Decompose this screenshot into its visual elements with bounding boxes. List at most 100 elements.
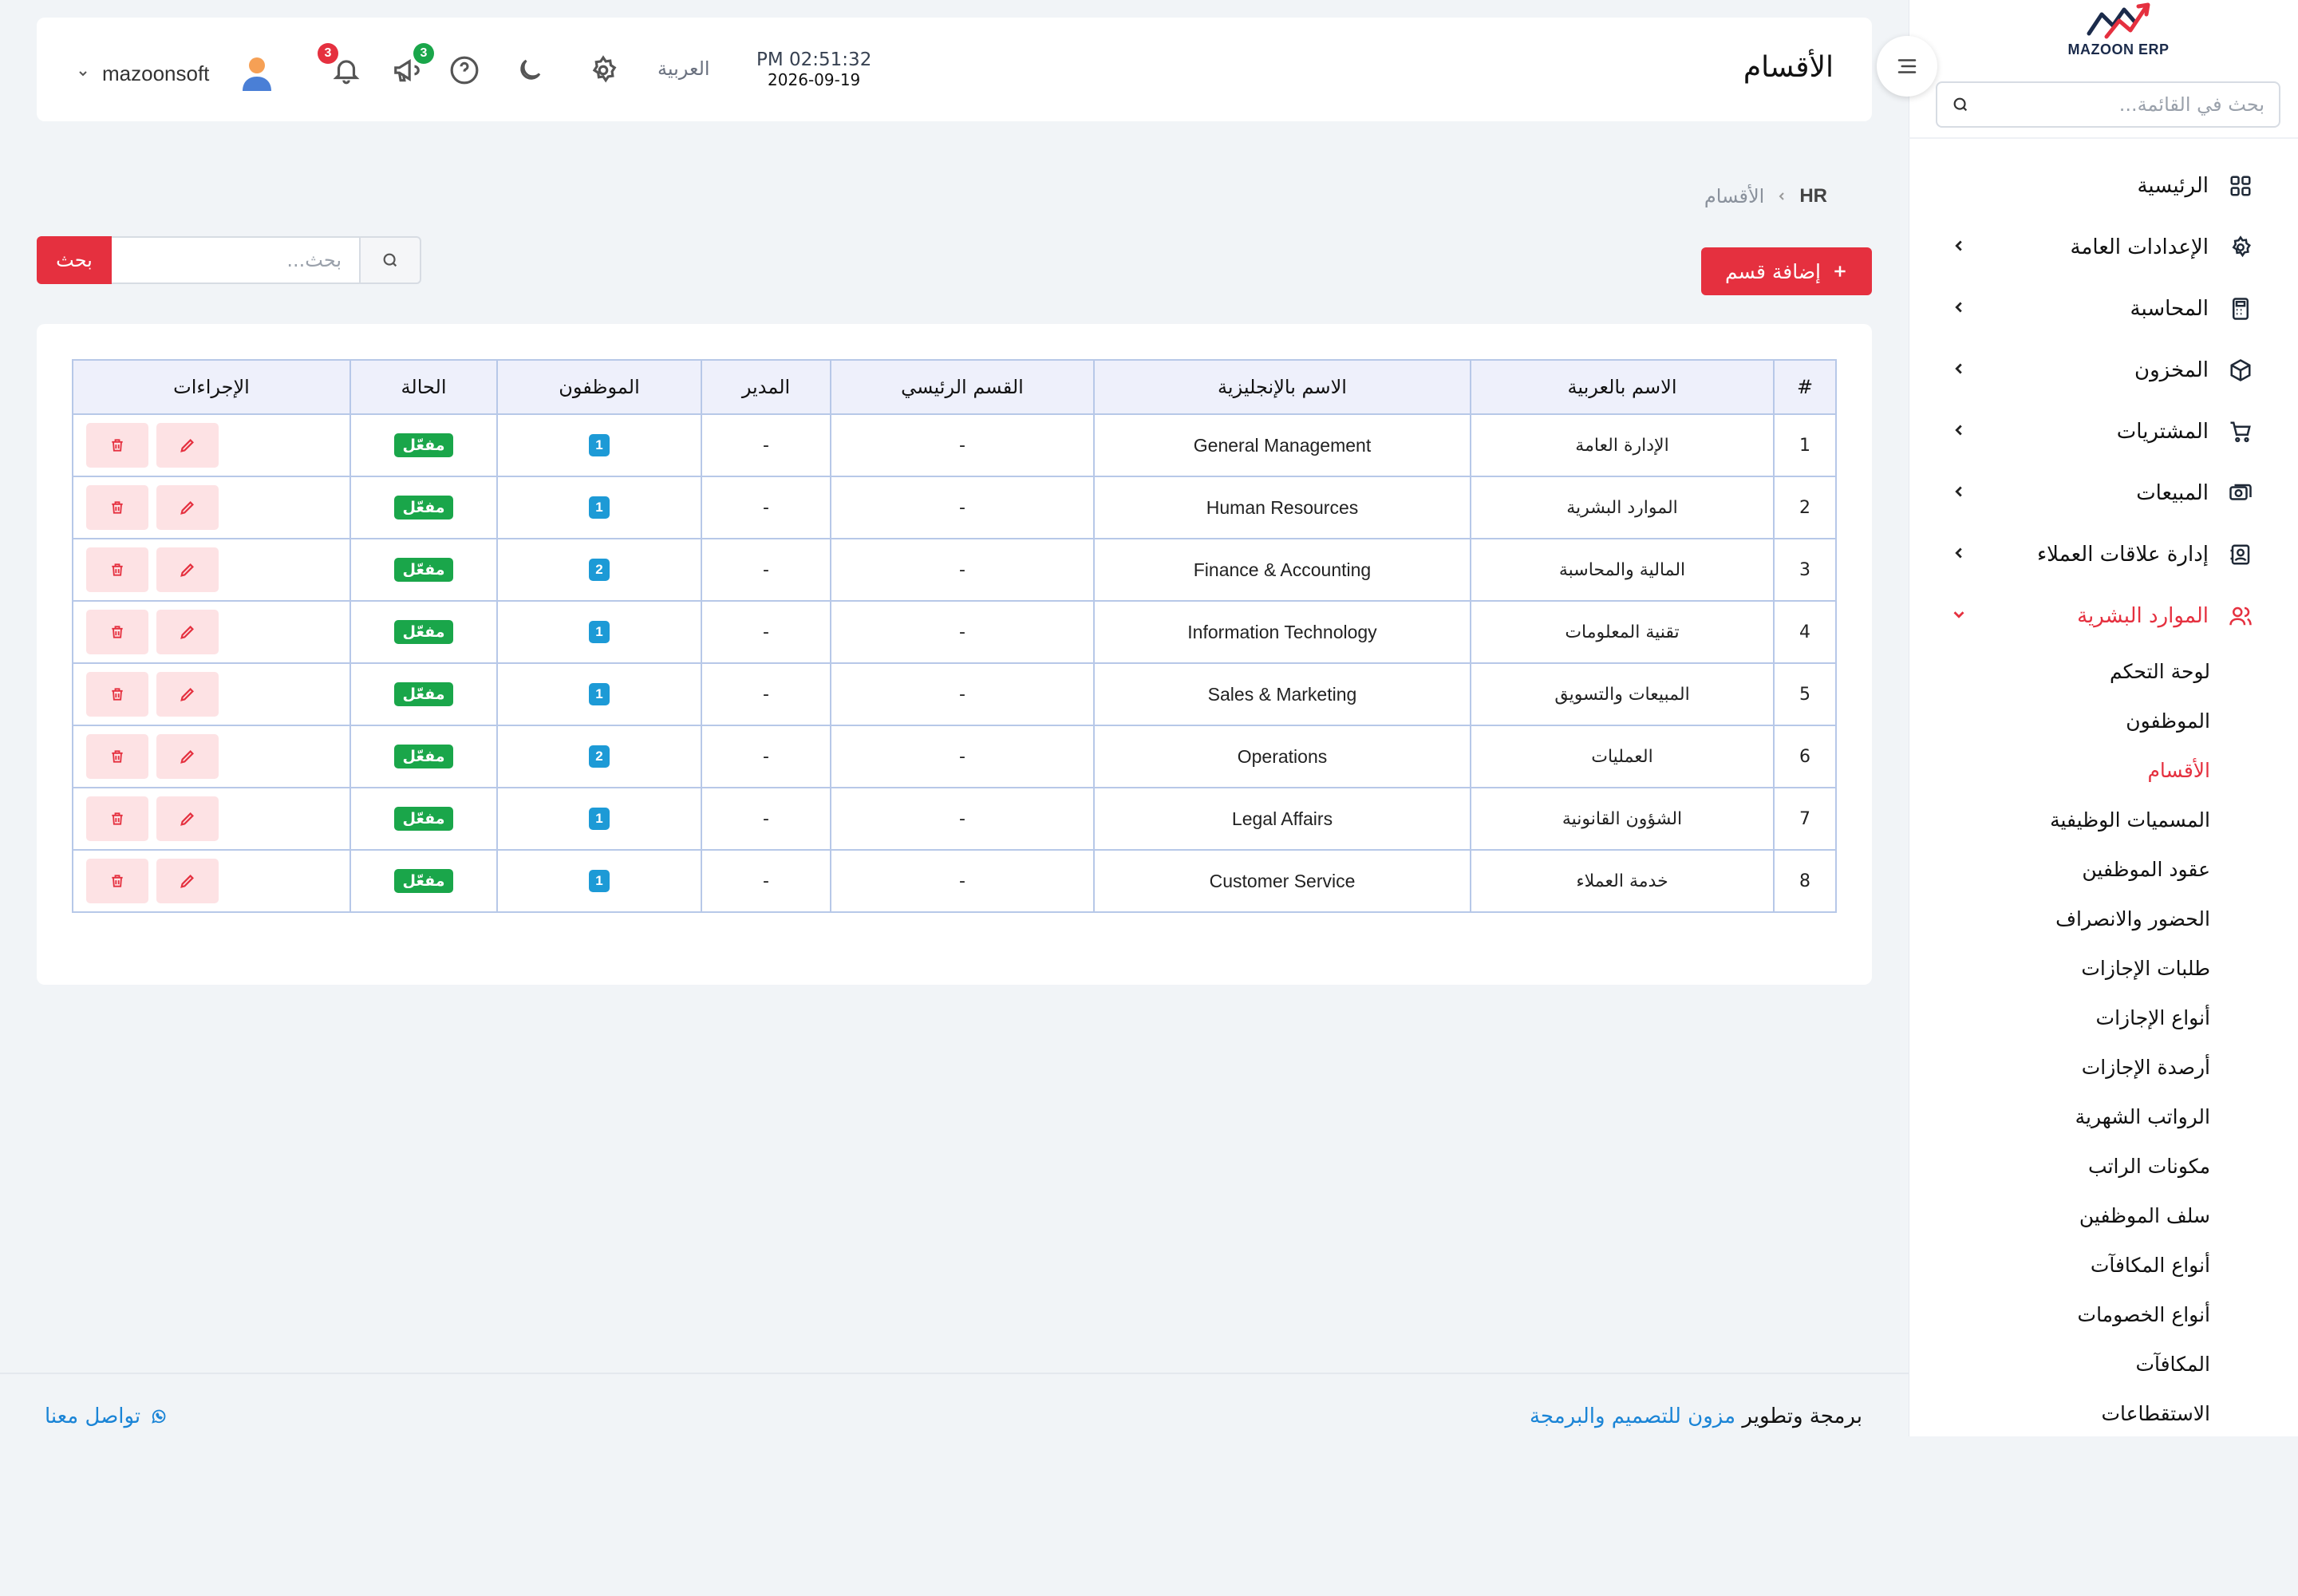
cell-manager: - [701,538,831,602]
pencil-icon [179,748,196,765]
cell-english-name: Legal Affairs [1093,787,1471,851]
cell-status: مفعّل [349,662,498,726]
cell-actions [72,476,351,539]
settings-button[interactable] [586,53,621,88]
submenu-item-deductions[interactable]: الاستقطاعات [1909,1389,2210,1438]
submenu-item-contracts[interactable]: عقود الموظفين [1909,844,2210,894]
status-badge: مفعّل [394,496,453,519]
sidebar-item-accounting[interactable]: المحاسبة [1909,278,2298,339]
search-icon[interactable] [359,236,421,284]
delete-button[interactable] [86,547,148,592]
dark-mode-button[interactable] [512,53,547,88]
delete-button[interactable] [86,859,148,903]
search-input[interactable] [112,236,359,284]
submenu-item-advances[interactable]: سلف الموظفين [1909,1191,2210,1240]
chevron-left-icon [1775,190,1788,203]
edit-button[interactable] [156,796,219,841]
cell-actions [72,600,351,664]
delete-button[interactable] [86,734,148,779]
cell-employees: 1 [496,849,702,913]
submenu-item-leave-requests[interactable]: طلبات الإجازات [1909,943,2210,993]
cell-actions [72,849,351,913]
trash-icon [109,624,125,640]
submenu-item-deduction-types[interactable]: أنواع الخصومات [1909,1290,2210,1339]
cell-status: مفعّل [349,600,498,664]
sidebar-item-label: المحاسبة [2130,296,2209,321]
chevron-left-icon [1950,360,1968,377]
pencil-icon [179,561,196,579]
sidebar-toggle-button[interactable] [1877,36,1937,97]
sidebar-item-sales[interactable]: المبيعات [1909,462,2298,523]
sidebar-item-home[interactable]: الرئيسية [1909,155,2298,216]
cell-arabic-name: الموارد البشرية [1470,476,1775,539]
edit-button[interactable] [156,423,219,468]
contacts-icon [2226,540,2255,569]
edit-button[interactable] [156,610,219,654]
edit-button[interactable] [156,734,219,779]
submenu-item-leave-types[interactable]: أنواع الإجازات [1909,993,2210,1042]
logo[interactable]: MAZOON ERP [2059,2,2178,65]
credit-link[interactable]: مزون للتصميم والبرمجة [1530,1404,1735,1428]
pencil-icon [179,623,196,641]
cell-parent-department: - [830,662,1095,726]
delete-button[interactable] [86,796,148,841]
cell-number: 7 [1773,787,1837,851]
menu-search-input[interactable] [1969,93,2264,116]
top-bar: الأقسام PM 02:51:32 2026-09-19 العربية 3… [37,18,1872,121]
delete-button[interactable] [86,423,148,468]
submenu-item-bonuses[interactable]: المكافآت [1909,1339,2210,1389]
trash-icon [109,562,125,578]
breadcrumb-home[interactable]: HR [1799,185,1827,207]
col-number: # [1773,359,1837,415]
submenu-item-job-titles[interactable]: المسميات الوظيفية [1909,795,2210,844]
col-employees: الموظفون [496,359,702,415]
employee-count-badge: 1 [589,434,610,456]
submenu-item-departments[interactable]: الأقسام [1909,745,2210,795]
sidebar-item-settings[interactable]: الإعدادات العامة [1909,216,2298,278]
clock: PM 02:51:32 2026-09-19 [756,49,871,89]
delete-button[interactable] [86,672,148,717]
table-row: 3 المالية والمحاسبة Finance & Accounting - -… [72,538,1837,602]
submenu-item-payroll[interactable]: الرواتب الشهرية [1909,1092,2210,1141]
menu-search[interactable] [1936,81,2280,128]
status-badge: مفعّل [394,682,453,706]
cell-status: مفعّل [349,849,498,913]
search-button[interactable]: بحث [37,236,112,284]
submenu-item-leave-balances[interactable]: أرصدة الإجازات [1909,1042,2210,1092]
username: mazoonsoft [102,61,210,85]
contact-link[interactable]: تواصل معنا [45,1404,168,1428]
edit-button[interactable] [156,672,219,717]
employee-count-badge: 1 [589,496,610,519]
help-button[interactable] [447,53,482,88]
notifications-button[interactable]: 3 [318,43,364,88]
edit-button[interactable] [156,859,219,903]
edit-button[interactable] [156,547,219,592]
announcements-button[interactable]: 3 [389,43,434,88]
submenu-item-dashboard[interactable]: لوحة التحكم [1909,646,2210,696]
users-icon [2226,602,2255,630]
submenu-item-attendance[interactable]: الحضور والانصراف [1909,894,2210,943]
search-icon[interactable] [1952,96,1969,113]
col-manager: المدير [701,359,831,415]
language-switch[interactable]: العربية [657,57,710,80]
pencil-icon [179,685,196,703]
submenu-item-employees[interactable]: الموظفون [1909,696,2210,745]
sidebar-item-inventory[interactable]: المخزون [1909,339,2298,401]
submenu-item-salary-components[interactable]: مكونات الراتب [1909,1141,2210,1191]
delete-button[interactable] [86,610,148,654]
gear-icon [2226,233,2255,262]
logo-text: MAZOON ERP [2067,41,2170,57]
sidebar-item-purchases[interactable]: المشتريات [1909,401,2298,462]
sidebar-item-hr[interactable]: الموارد البشرية [1909,585,2298,646]
edit-button[interactable] [156,485,219,530]
cell-parent-department: - [830,538,1095,602]
sidebar-item-crm[interactable]: إدارة علاقات العملاء [1909,523,2298,585]
delete-button[interactable] [86,485,148,530]
add-department-button[interactable]: إضافة قسم [1701,247,1872,295]
user-menu[interactable]: mazoonsoft [77,53,278,94]
cell-arabic-name: العمليات [1470,725,1775,788]
cell-manager: - [701,787,831,851]
submenu-item-bonus-types[interactable]: أنواع المكافآت [1909,1240,2210,1290]
trash-icon [109,811,125,827]
cell-employees: 1 [496,476,702,539]
